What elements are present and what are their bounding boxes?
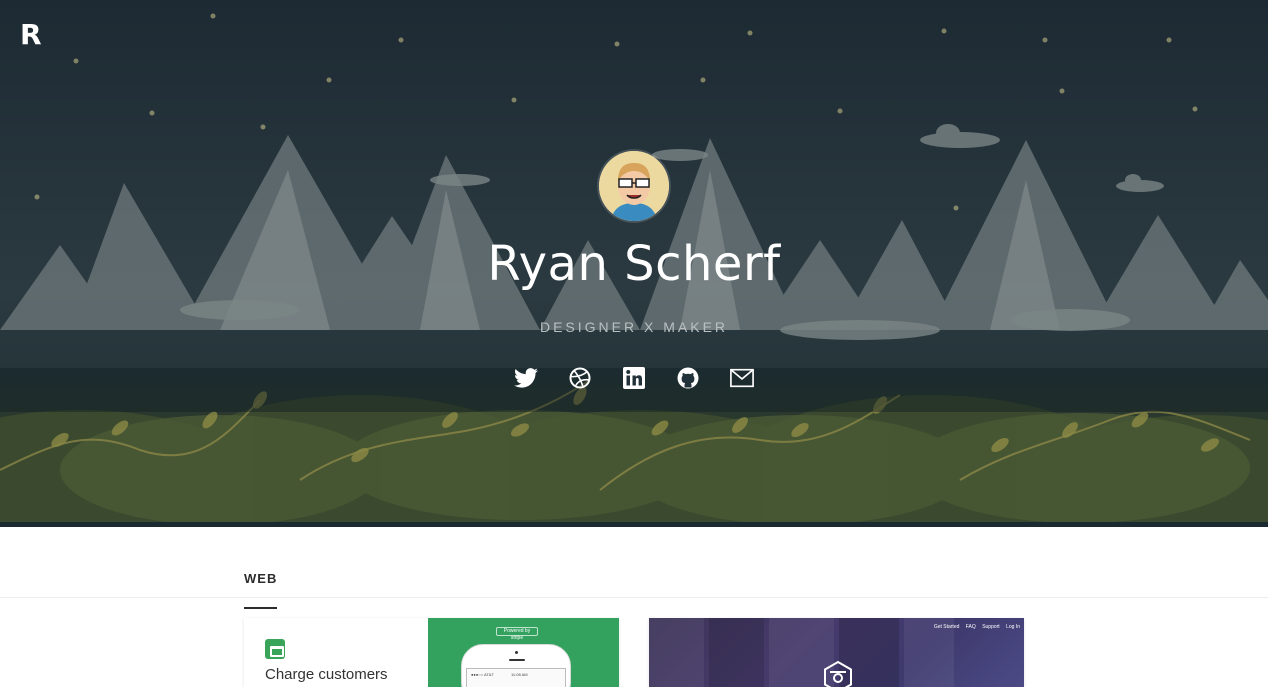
dribbble-icon[interactable] bbox=[568, 366, 592, 390]
social-links bbox=[512, 366, 758, 390]
phone-carrier: ●●●○○ AT&T bbox=[471, 672, 494, 677]
stripe-headline: Charge customers bbox=[265, 666, 388, 683]
stripe-card-preview: Powered by stripe ●●●○○ AT&T 11:08 AM bbox=[428, 618, 619, 687]
hexagon-logo-icon bbox=[824, 660, 852, 687]
nav-login: Log In bbox=[1006, 624, 1020, 630]
card-icon bbox=[265, 639, 285, 659]
linkedin-icon[interactable] bbox=[622, 366, 646, 390]
hero-banner: R Ryan Scherf DESIGNER X MAKER bbox=[0, 0, 1268, 527]
phone-screen: ●●●○○ AT&T 11:08 AM bbox=[466, 668, 566, 687]
profile-name: Ryan Scherf bbox=[487, 236, 781, 292]
tab-web[interactable]: WEB bbox=[244, 571, 278, 609]
hero-divider bbox=[0, 522, 1268, 527]
phone-mockup: ●●●○○ AT&T 11:08 AM bbox=[461, 644, 571, 687]
twitter-icon[interactable] bbox=[514, 366, 538, 390]
avatar bbox=[599, 151, 669, 221]
stripe-card-left: Charge customers bbox=[244, 618, 428, 687]
nav-get-started: Get Started bbox=[933, 624, 960, 630]
project-card-dark[interactable]: Get Started FAQ Support Log In bbox=[649, 618, 1024, 687]
email-icon[interactable] bbox=[730, 366, 754, 390]
powered-by-stripe-badge: Powered by stripe bbox=[496, 627, 538, 641]
photo-tile bbox=[649, 618, 704, 687]
nav-support: Support bbox=[982, 624, 1000, 630]
profile-tagline: DESIGNER X MAKER bbox=[539, 319, 729, 335]
phone-speaker bbox=[509, 659, 525, 661]
photo-tile bbox=[709, 618, 764, 687]
phone-time: 11:08 AM bbox=[511, 672, 528, 677]
github-icon[interactable] bbox=[676, 366, 700, 390]
project-card-stripe[interactable]: Charge customers Powered by stripe ●●●○○… bbox=[244, 618, 619, 687]
section-nav: WEB bbox=[0, 560, 1268, 609]
avatar-illustration bbox=[599, 151, 669, 221]
site-logo[interactable]: R bbox=[20, 20, 42, 50]
dark-card-nav: Get Started FAQ Support Log In bbox=[929, 624, 1020, 630]
nav-faq: FAQ bbox=[965, 624, 976, 630]
phone-camera bbox=[515, 651, 518, 654]
